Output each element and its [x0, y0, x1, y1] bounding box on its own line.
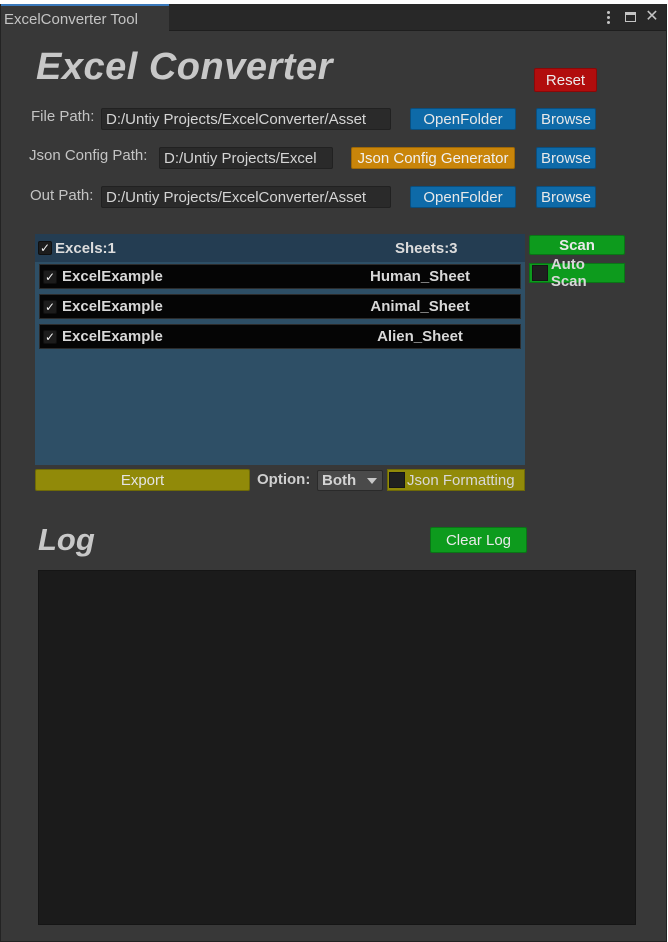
- excel-converter-window: ExcelConverter Tool ✕ Excel Converter Re…: [0, 4, 667, 942]
- json-formatting-checkbox[interactable]: [389, 472, 405, 488]
- sheets-count: Sheets:3: [395, 240, 458, 257]
- excels-count: Excels:1: [55, 240, 116, 257]
- maximize-icon[interactable]: [622, 8, 638, 26]
- log-title: Log: [38, 522, 95, 557]
- checkmark-icon: ✓: [44, 330, 56, 344]
- window-tab-bar: ExcelConverter Tool ✕: [1, 4, 666, 31]
- window-tab[interactable]: ExcelConverter Tool: [1, 4, 169, 31]
- clear-log-button[interactable]: Clear Log: [430, 527, 527, 553]
- row-checkbox[interactable]: ✓: [43, 300, 57, 314]
- caret-down-icon: [367, 478, 377, 484]
- out-path-label: Out Path:: [30, 187, 94, 204]
- out-path-browse-button[interactable]: Browse: [536, 186, 596, 208]
- out-path-field[interactable]: D:/Untiy Projects/ExcelConverter/Asset: [101, 186, 391, 208]
- sheet-name: Human_Sheet: [370, 268, 471, 285]
- excel-name: ExcelExample: [62, 328, 163, 345]
- file-path-browse-button[interactable]: Browse: [536, 108, 596, 130]
- window-controls: ✕: [600, 8, 660, 26]
- excel-list-panel: ✓ Excels:1 Sheets:3 ✓ ExcelExample Human…: [35, 234, 525, 465]
- select-all-checkbox[interactable]: ✓: [38, 241, 52, 255]
- json-formatting-label: Json Formatting: [407, 471, 515, 489]
- checkmark-icon: ✓: [44, 300, 56, 314]
- kebab-menu-icon[interactable]: [600, 8, 616, 26]
- file-path-field[interactable]: D:/Untiy Projects/ExcelConverter/Asset: [101, 108, 391, 130]
- option-label: Option:: [257, 471, 311, 488]
- excel-row[interactable]: ✓ ExcelExample Human_Sheet: [39, 264, 521, 289]
- file-path-label: File Path:: [31, 108, 95, 125]
- json-config-path-label: Json Config Path:: [29, 147, 148, 164]
- json-config-browse-button[interactable]: Browse: [536, 147, 596, 169]
- json-formatting-toggle[interactable]: Json Formatting: [387, 469, 525, 491]
- file-path-openfolder-button[interactable]: OpenFolder: [410, 108, 516, 130]
- excel-list-header: ✓ Excels:1 Sheets:3: [35, 234, 525, 262]
- excel-name: ExcelExample: [62, 268, 163, 285]
- reset-button[interactable]: Reset: [534, 68, 597, 92]
- auto-scan-label: Auto Scan: [550, 256, 587, 290]
- auto-scan-toggle[interactable]: Auto Scan: [529, 256, 625, 290]
- checkmark-icon: ✓: [44, 270, 56, 284]
- checkmark-icon: ✓: [39, 241, 51, 255]
- excel-row[interactable]: ✓ ExcelExample Alien_Sheet: [39, 324, 521, 349]
- row-checkbox[interactable]: ✓: [43, 330, 57, 344]
- option-dropdown[interactable]: Both: [317, 470, 383, 491]
- close-icon[interactable]: ✕: [644, 8, 660, 26]
- json-config-path-field[interactable]: D:/Untiy Projects/Excel: [159, 147, 333, 169]
- json-config-generator-button[interactable]: Json Config Generator: [351, 147, 515, 169]
- excel-row[interactable]: ✓ ExcelExample Animal_Sheet: [39, 294, 521, 319]
- auto-scan-checkbox[interactable]: [532, 265, 548, 281]
- sheet-name: Alien_Sheet: [377, 328, 463, 345]
- sheet-name: Animal_Sheet: [370, 298, 470, 315]
- log-output[interactable]: [38, 570, 636, 925]
- out-path-openfolder-button[interactable]: OpenFolder: [410, 186, 516, 208]
- row-checkbox[interactable]: ✓: [43, 270, 57, 284]
- scan-button[interactable]: Scan: [529, 235, 625, 255]
- excel-name: ExcelExample: [62, 298, 163, 315]
- page-title: Excel Converter: [36, 46, 333, 88]
- export-button[interactable]: Export: [35, 469, 250, 491]
- option-value: Both: [322, 472, 357, 489]
